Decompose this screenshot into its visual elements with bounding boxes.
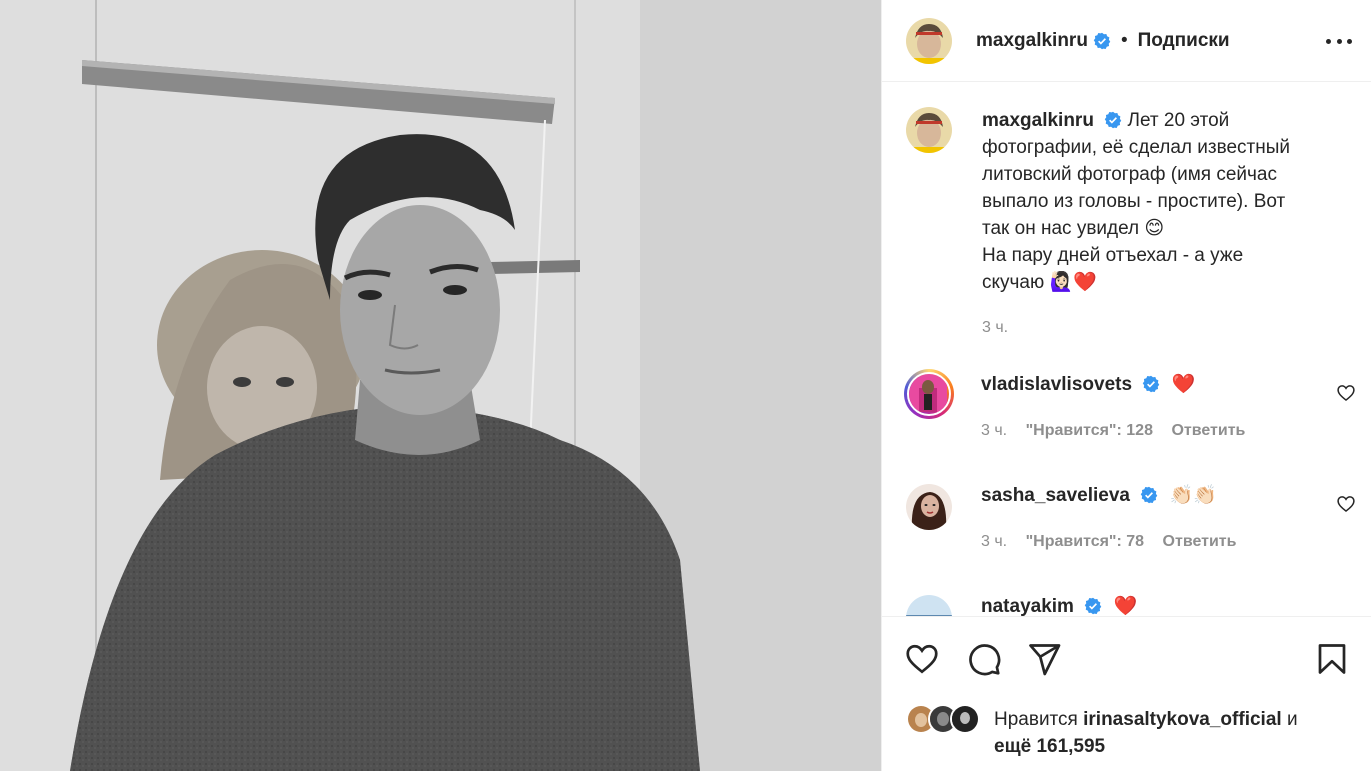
likes-conjunction: и bbox=[1286, 709, 1298, 730]
comment-timestamp[interactable]: 3 ч. bbox=[981, 533, 1007, 550]
comment-text: ❤️ bbox=[1113, 596, 1138, 616]
reply-button[interactable]: Ответить bbox=[1163, 533, 1237, 550]
comment-username[interactable]: vladislavlisovets bbox=[981, 374, 1132, 395]
post-header: maxgalkinru • Подписки bbox=[882, 0, 1371, 82]
following-button[interactable]: Подписки bbox=[1138, 30, 1230, 52]
caption-line: На пару дней отъехал - а уже bbox=[982, 245, 1244, 266]
commenter-avatar[interactable] bbox=[904, 369, 954, 419]
caption-line: литовский фотограф (имя сейчас bbox=[982, 164, 1277, 185]
comment-line: natayakim ❤️ bbox=[981, 595, 1137, 616]
verified-badge-icon bbox=[1141, 486, 1158, 504]
caption-timestamp[interactable]: 3 ч. bbox=[982, 314, 1322, 341]
caption-line: так он нас увидел 😊 bbox=[982, 218, 1165, 239]
commenter-avatar[interactable] bbox=[906, 595, 952, 616]
caption-line: Лет 20 этой bbox=[1127, 110, 1230, 131]
comment-username[interactable]: natayakim bbox=[981, 596, 1074, 616]
header-separator: • bbox=[1120, 29, 1128, 51]
comments-scroll-area[interactable]: maxgalkinru Лет 20 этой фотографии, её с… bbox=[882, 83, 1371, 616]
verified-badge-icon bbox=[1104, 111, 1122, 129]
caption-line: скучаю 🙋🏻‍♀️❤️ bbox=[982, 272, 1097, 293]
caption-line: выпало из головы - простите). Вот bbox=[982, 191, 1286, 212]
comment-text: 👏🏻👏🏻 bbox=[1169, 485, 1217, 506]
comment-like-count[interactable]: "Нравится": 128 bbox=[1026, 422, 1153, 439]
comment-icon[interactable] bbox=[966, 641, 1002, 677]
post-action-bar bbox=[882, 616, 1371, 702]
caption-body: maxgalkinru Лет 20 этой фотографии, её с… bbox=[982, 107, 1322, 341]
comment-like-count[interactable]: "Нравится": 78 bbox=[1026, 533, 1145, 550]
heart-icon[interactable] bbox=[904, 641, 940, 677]
comment-text: ❤️ bbox=[1171, 374, 1196, 395]
comment-meta: 3 ч. "Нравится": 78 Ответить bbox=[981, 533, 1236, 551]
comment-item: vladislavlisovets ❤️ 3 ч. "Нравится": 12… bbox=[904, 369, 1356, 453]
likes-prefix: Нравится bbox=[994, 709, 1078, 730]
verified-badge-icon bbox=[1093, 32, 1111, 49]
likes-text: Нравится irinasaltykova_official и ещё 1… bbox=[994, 706, 1364, 760]
caption-line: фотографии, её сделал известный bbox=[982, 137, 1291, 158]
comment-username[interactable]: sasha_savelieva bbox=[981, 485, 1130, 506]
verified-badge-icon bbox=[1084, 597, 1102, 615]
author-username[interactable]: maxgalkinru bbox=[976, 30, 1088, 52]
instagram-post-modal: maxgalkinru • Подписки maxgalkinru Лет 2… bbox=[0, 0, 1371, 771]
photo-illustration bbox=[0, 0, 881, 771]
paper-plane-icon[interactable] bbox=[1026, 641, 1062, 677]
commenter-avatar[interactable] bbox=[906, 484, 952, 530]
author-avatar[interactable] bbox=[906, 17, 952, 64]
post-photo[interactable] bbox=[0, 0, 881, 771]
post-caption: maxgalkinru Лет 20 этой фотографии, её с… bbox=[906, 107, 1346, 341]
comment-timestamp[interactable]: 3 ч. bbox=[981, 422, 1007, 439]
bookmark-icon[interactable] bbox=[1314, 641, 1350, 677]
comment-line: sasha_savelieva 👏🏻👏🏻 bbox=[981, 484, 1217, 508]
comment-item: natayakim ❤️ bbox=[906, 595, 1356, 616]
caption-author-avatar[interactable] bbox=[906, 107, 952, 153]
liker-username[interactable]: irinasaltykova_official bbox=[1083, 709, 1282, 730]
heart-icon[interactable] bbox=[1336, 494, 1356, 514]
comment-line: vladislavlisovets ❤️ bbox=[981, 373, 1195, 397]
more-options-icon[interactable] bbox=[1326, 28, 1352, 54]
liker-avatar[interactable] bbox=[950, 704, 980, 734]
comment-item: sasha_savelieva 👏🏻👏🏻 3 ч. "Нравится": 78… bbox=[906, 484, 1356, 564]
likes-count-button[interactable]: ещё 161,595 bbox=[994, 736, 1105, 757]
reply-button[interactable]: Ответить bbox=[1171, 422, 1245, 439]
comment-meta: 3 ч. "Нравится": 128 Ответить bbox=[981, 422, 1245, 440]
liker-avatars bbox=[906, 704, 986, 736]
post-side-panel: maxgalkinru • Подписки maxgalkinru Лет 2… bbox=[881, 0, 1371, 771]
caption-username[interactable]: maxgalkinru bbox=[982, 110, 1094, 131]
heart-icon[interactable] bbox=[1336, 383, 1356, 403]
verified-badge-icon bbox=[1143, 375, 1160, 393]
